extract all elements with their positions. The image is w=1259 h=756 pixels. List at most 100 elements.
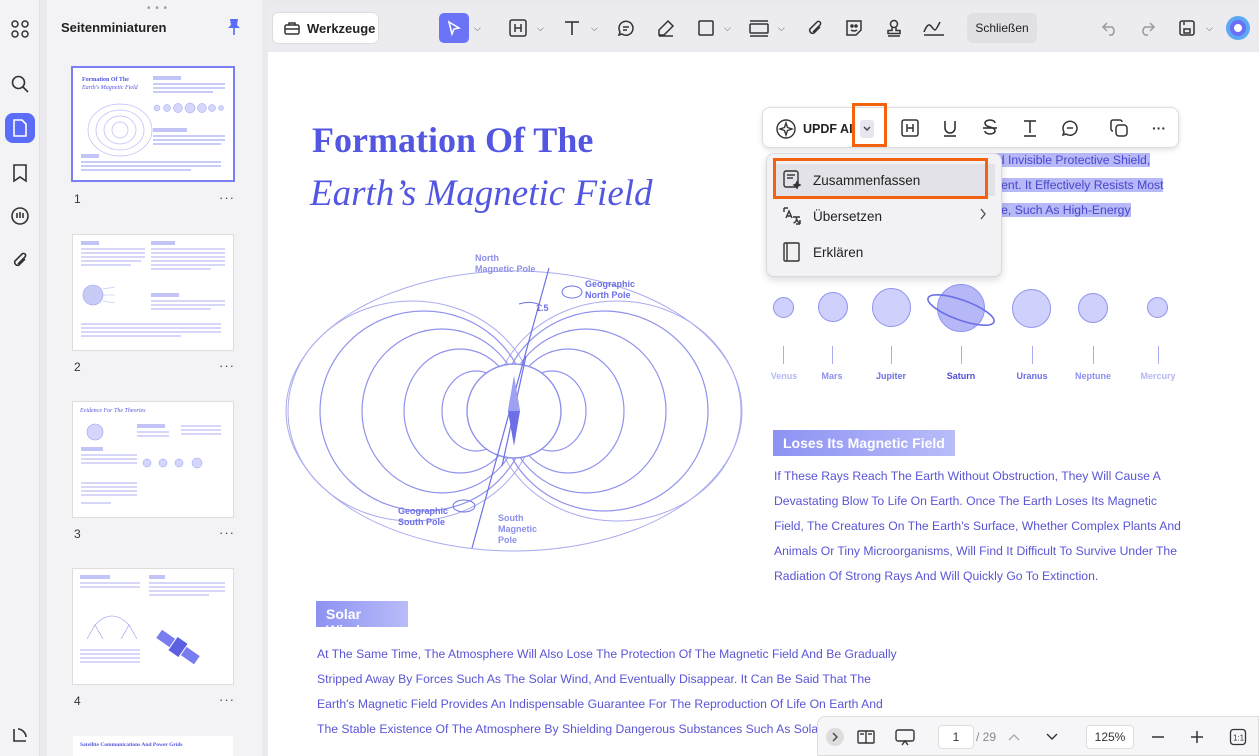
save-icon[interactable]: [1175, 16, 1199, 40]
chevron-down-icon[interactable]: ⌵: [778, 23, 785, 34]
sticker-icon[interactable]: [842, 16, 866, 40]
translate-icon: [783, 207, 801, 225]
select-tool-icon[interactable]: [439, 13, 469, 43]
page-number-1: 1: [74, 192, 81, 206]
north-magnetic-pole-label: North Magnetic Pole: [475, 253, 536, 274]
bookmark-icon[interactable]: [8, 161, 32, 185]
page-options-3[interactable]: ···: [219, 525, 235, 540]
more-options-icon[interactable]: ···: [1148, 117, 1170, 139]
page-options-2[interactable]: ···: [219, 358, 235, 373]
geographic-north-pole-label: Geographic North Pole: [585, 279, 636, 300]
page-thumbnail-2[interactable]: [73, 235, 233, 350]
planet-label-saturn: Saturn: [946, 371, 976, 381]
underline-icon[interactable]: [939, 117, 961, 139]
toolbox-icon: [284, 22, 300, 35]
stamp-area-icon[interactable]: [747, 16, 771, 40]
chevron-down-icon[interactable]: ⌵: [537, 23, 544, 34]
next-page-icon[interactable]: [1042, 725, 1062, 749]
planet-mercury: [1147, 297, 1168, 318]
document-page: Formation Of The Earth’s Magnetic Field …: [268, 52, 1259, 756]
zoom-out-icon[interactable]: [1148, 725, 1168, 749]
page-options-1[interactable]: ···: [219, 190, 235, 205]
thumbnail-panel: • • • Seitenminiaturen Formation Of The …: [47, 0, 262, 756]
actual-size-icon[interactable]: 1:1: [1228, 725, 1248, 749]
planet-neptune: [1078, 293, 1108, 323]
page-thumbnail-1[interactable]: Formation Of The Earth's Magnetic Field: [73, 68, 233, 180]
satellite-thumb-icon: [156, 629, 200, 665]
highlighter-icon[interactable]: [654, 16, 678, 40]
menu-item-translate[interactable]: Übersetzen: [767, 200, 1003, 232]
comments-icon[interactable]: [8, 204, 32, 228]
chevron-down-icon[interactable]: ⌵: [724, 23, 731, 34]
page-subtitle: Earth’s Magnetic Field: [310, 173, 653, 214]
thumb-subtitle: Earth's Magnetic Field: [82, 85, 138, 91]
section-heading-solar-wind: Solar Wind: [316, 601, 408, 638]
text-format-icon[interactable]: [1019, 117, 1041, 139]
search-icon[interactable]: [8, 72, 32, 96]
explain-book-icon: [783, 242, 800, 262]
highlight-text-icon[interactable]: [899, 117, 921, 139]
planet-label-neptune: Neptune: [1075, 371, 1111, 381]
section-text-solar-wind: At The Same Time, The Atmosphere Will Al…: [317, 647, 897, 736]
text-box-tool-icon[interactable]: [506, 16, 530, 40]
top-toolbar: Werkzeuge ⌵ ⌵ ⌵ ⌵ ⌵ Schließen ⌵: [268, 6, 1257, 50]
page-thumbnails-icon[interactable]: [5, 113, 35, 143]
panel-title: Seitenminiaturen: [61, 20, 167, 35]
page-thumbnail-5[interactable]: Satellite Communications And Power Grids: [73, 736, 233, 756]
tools-button[interactable]: Werkzeuge: [272, 12, 379, 44]
highlighted-text[interactable]: nd Invisible Protective Shield, ment. It…: [991, 148, 1164, 223]
planet-jupiter: [872, 288, 911, 327]
planet-label-mercury: Mercury: [1140, 371, 1176, 381]
zoom-in-icon[interactable]: [1187, 725, 1207, 749]
svg-text:1:1: 1:1: [1233, 734, 1245, 743]
page-options-4[interactable]: ···: [219, 692, 235, 707]
updf-ai-button[interactable]: UPDF AI: [775, 118, 853, 140]
zoom-level-field[interactable]: 125%: [1086, 725, 1134, 749]
planet-label-uranus: Uranus: [1016, 371, 1048, 381]
page-number-2: 2: [74, 360, 81, 374]
comment-tool-icon[interactable]: [614, 16, 638, 40]
menu-item-label: Übersetzen: [813, 208, 883, 224]
ai-label: UPDF AI: [803, 122, 853, 136]
page-layout-icon[interactable]: [854, 725, 878, 749]
pin-icon[interactable]: [226, 18, 242, 41]
apps-grid-icon[interactable]: [8, 17, 32, 41]
copy-icon[interactable]: [1108, 117, 1130, 139]
strikethrough-icon[interactable]: [979, 117, 1001, 139]
redo-icon[interactable]: [1135, 16, 1159, 40]
chevron-down-icon[interactable]: ⌵: [474, 23, 481, 34]
attach-file-icon[interactable]: [803, 16, 827, 40]
icon-rail: [0, 0, 40, 756]
section-text-magnetic-loss: If These Rays Reach The Earth Without Ob…: [774, 469, 1181, 583]
previous-page-icon[interactable]: [1004, 725, 1024, 749]
menu-item-explain[interactable]: Erklären: [767, 236, 1003, 268]
chevron-down-icon[interactable]: ⌵: [1206, 23, 1213, 34]
comment-icon[interactable]: [1059, 117, 1081, 139]
section-heading-magnetic-loss: Loses Its Magnetic Field: [773, 430, 955, 456]
page-number-3: 3: [74, 527, 81, 541]
planet-venus: [773, 297, 794, 318]
planet-mars: [818, 292, 848, 322]
chevron-down-icon[interactable]: ⌵: [591, 23, 598, 34]
page-thumbnail-3[interactable]: Evidence For The Theories: [73, 402, 233, 517]
undo-icon[interactable]: [1098, 16, 1122, 40]
close-button[interactable]: Schließen: [967, 13, 1037, 43]
presentation-icon[interactable]: [893, 725, 917, 749]
angle-label: 1.5: [536, 303, 549, 313]
magnetic-field-diagram: 1.5: [285, 267, 743, 552]
chevron-right-icon: [979, 207, 987, 224]
layers-icon[interactable]: [8, 723, 32, 747]
callout-highlight-chevron: [852, 103, 887, 147]
signature-icon[interactable]: [922, 16, 946, 40]
text-tool-icon[interactable]: [560, 16, 584, 40]
thumb-diagram: [87, 103, 153, 157]
shape-tool-icon[interactable]: [694, 16, 718, 40]
expand-arrow-icon[interactable]: [826, 728, 844, 746]
stamp-icon[interactable]: [882, 16, 906, 40]
attachment-icon[interactable]: [8, 248, 32, 272]
page-thumbnail-4[interactable]: [73, 569, 233, 684]
selection-toolbar: UPDF AI ···: [762, 107, 1179, 148]
updf-ai-logo-icon[interactable]: [1224, 14, 1252, 42]
panel-grip-icon[interactable]: • • •: [147, 3, 168, 14]
geographic-south-pole-label: Geographic South Pole: [398, 506, 449, 527]
